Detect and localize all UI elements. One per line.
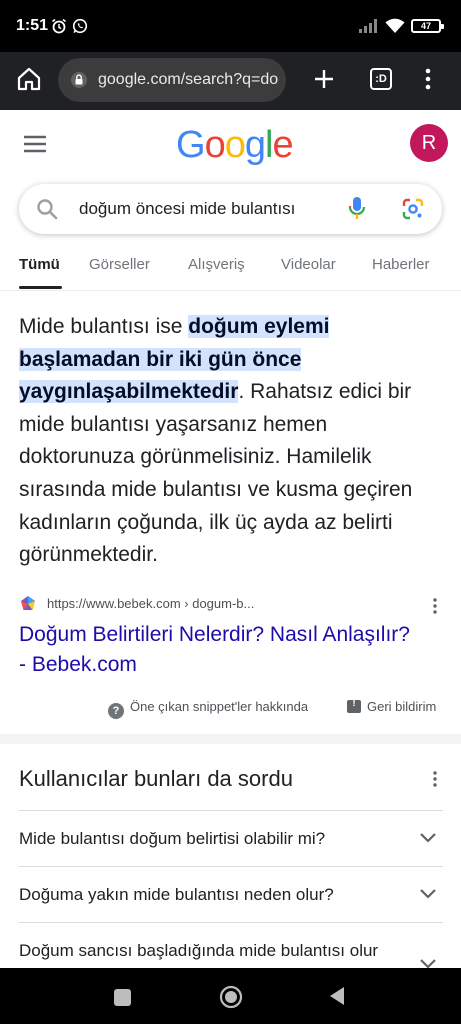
tab-news[interactable]: Haberler	[372, 256, 430, 273]
tab-images[interactable]: Görseller	[89, 256, 150, 273]
feedback-link[interactable]: Geri bildirim	[347, 698, 436, 714]
avatar[interactable]: R	[410, 124, 448, 162]
logo-letter: o	[204, 124, 226, 166]
logo-letter: e	[272, 124, 293, 166]
plus-icon[interactable]	[312, 67, 336, 91]
alarm-icon	[52, 18, 66, 34]
result-title-link[interactable]: Doğum Belirtileri Nelerdir? Nasıl Anlaşı…	[19, 620, 419, 680]
divider	[19, 866, 443, 867]
tab-shopping[interactable]: Alışveriş	[188, 256, 245, 273]
more-vert-icon[interactable]	[418, 67, 438, 91]
battery-icon: 47	[411, 19, 444, 33]
snippet-text-after: . Rahatsız edici bir mide bulantısı yaşa…	[19, 380, 413, 567]
section-separator	[0, 734, 461, 744]
active-tab-indicator	[19, 286, 62, 289]
chevron-down-icon[interactable]	[418, 830, 438, 846]
logo-letter: G	[176, 124, 206, 166]
about-snippets-link[interactable]: ? Öne çıkan snippet'ler hakkında	[108, 699, 308, 719]
home-icon[interactable]	[16, 66, 42, 92]
people-also-ask-title: Kullanıcılar bunları da sordu	[19, 766, 293, 791]
divider	[0, 290, 461, 291]
hamburger-menu-icon[interactable]	[22, 133, 48, 155]
paa-question-text[interactable]: Doğum sancısı başladığında mide bulantıs…	[19, 941, 378, 961]
home-icon[interactable]	[219, 985, 243, 1009]
whatsapp-icon	[72, 18, 88, 34]
search-icon	[37, 199, 58, 220]
status-bar: 1:51 47	[0, 0, 461, 52]
back-icon[interactable]	[328, 985, 346, 1007]
tabs-icon[interactable]: :D	[370, 68, 392, 90]
site-favicon-icon[interactable]	[19, 595, 37, 613]
lock-icon[interactable]	[70, 71, 88, 89]
recents-icon[interactable]	[114, 989, 131, 1006]
status-time: 1:51	[16, 17, 49, 34]
help-icon: ?	[108, 703, 124, 719]
search-box[interactable]: doğum öncesi mide bulantısı	[19, 184, 442, 234]
system-navigation-bar	[0, 968, 461, 1024]
paa-question-text[interactable]: Mide bulantısı doğum belirtisi olabilir …	[19, 829, 325, 849]
snippet-text-before: Mide bulantısı ise	[19, 315, 189, 338]
paa-question-item[interactable]: Mide bulantısı doğum belirtisi olabilir …	[0, 810, 461, 866]
featured-snippet-text: Mide bulantısı ise doğum eylemi başlamad…	[19, 311, 439, 572]
lens-icon[interactable]	[401, 197, 425, 221]
divider	[19, 810, 443, 811]
search-tabs: Tümü Görseller Alışveriş Videolar Haberl…	[0, 240, 461, 289]
mic-icon[interactable]	[347, 196, 367, 222]
google-logo[interactable]: Google	[176, 124, 294, 167]
about-snippets-label[interactable]: Öne çıkan snippet'ler hakkında	[130, 699, 308, 714]
wifi-icon	[385, 18, 405, 33]
result-source-url[interactable]: https://www.bebek.com › dogum-b...	[47, 596, 254, 611]
address-bar[interactable]: google.com/search?q=do	[58, 58, 286, 102]
logo-letter: o	[224, 124, 246, 166]
feedback-label[interactable]: Geri bildirim	[367, 699, 436, 714]
more-vert-icon[interactable]	[428, 597, 442, 615]
logo-letter: g	[244, 124, 266, 166]
tab-videos[interactable]: Videolar	[281, 256, 336, 273]
url-text[interactable]: google.com/search?q=do	[98, 71, 278, 89]
tab-all[interactable]: Tümü	[19, 256, 60, 273]
feedback-icon	[347, 698, 361, 713]
signal-icon	[359, 19, 377, 33]
more-vert-icon[interactable]	[428, 770, 442, 788]
browser-toolbar: google.com/search?q=do :D	[0, 52, 461, 110]
paa-question-text[interactable]: Doğuma yakın mide bulantısı neden olur?	[19, 885, 334, 905]
search-input[interactable]: doğum öncesi mide bulantısı	[79, 199, 295, 219]
divider	[19, 922, 443, 923]
chevron-down-icon[interactable]	[418, 886, 438, 902]
paa-question-item[interactable]: Doğuma yakın mide bulantısı neden olur?	[0, 866, 461, 922]
